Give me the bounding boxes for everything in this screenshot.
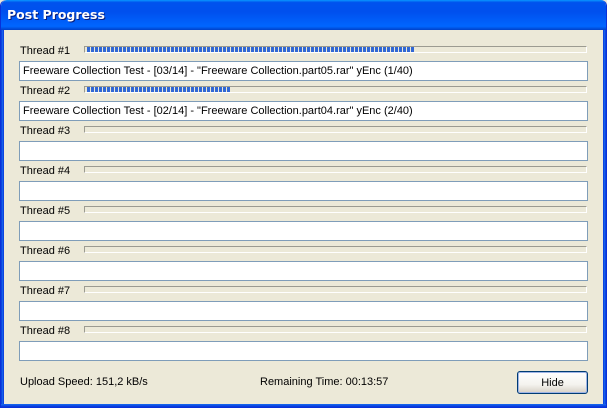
thread-6-progress-bar	[84, 246, 587, 253]
thread-1-status-field[interactable]: Freeware Collection Test - [03/14] - "Fr…	[19, 61, 588, 81]
post-progress-dialog: Post Progress Thread #1 Freeware Collect…	[0, 0, 607, 408]
thread-7-status-field[interactable]	[19, 301, 588, 321]
hide-button[interactable]: Hide	[517, 371, 588, 394]
thread-4-label: Thread #4	[20, 165, 71, 177]
thread-2-progress-fill	[87, 87, 231, 92]
thread-3-progress-bar	[84, 126, 587, 133]
thread-1-progress-bar	[84, 46, 587, 53]
remaining-time-text: Remaining Time: 00:13:57	[260, 376, 389, 388]
title-bar[interactable]: Post Progress	[1, 0, 606, 30]
thread-4-progress-bar	[84, 166, 587, 173]
thread-3-status-field[interactable]	[19, 141, 588, 161]
thread-2-status-field[interactable]: Freeware Collection Test - [02/14] - "Fr…	[19, 101, 588, 121]
thread-7-label: Thread #7	[20, 285, 71, 297]
thread-1-progress-fill	[87, 47, 415, 52]
thread-5-progress-bar	[84, 206, 587, 213]
window-frame-bottom	[1, 404, 606, 407]
thread-6-status-field[interactable]	[19, 261, 588, 281]
thread-2-progress-bar	[84, 86, 587, 93]
thread-4-status-field[interactable]	[19, 181, 588, 201]
upload-speed-text: Upload Speed: 151,2 kB/s	[20, 376, 148, 388]
thread-5-status-field[interactable]	[19, 221, 588, 241]
thread-3-label: Thread #3	[20, 125, 71, 137]
thread-6-label: Thread #6	[20, 245, 71, 257]
window-title: Post Progress	[7, 7, 105, 22]
thread-8-status-field[interactable]	[19, 341, 588, 361]
thread-2-label: Thread #2	[20, 85, 71, 97]
thread-5-label: Thread #5	[20, 205, 71, 217]
thread-7-progress-bar	[84, 286, 587, 293]
thread-8-progress-bar	[84, 326, 587, 333]
window-frame-left	[1, 30, 4, 407]
thread-8-label: Thread #8	[20, 325, 71, 337]
window-frame-right	[603, 30, 606, 407]
thread-1-label: Thread #1	[20, 45, 71, 57]
